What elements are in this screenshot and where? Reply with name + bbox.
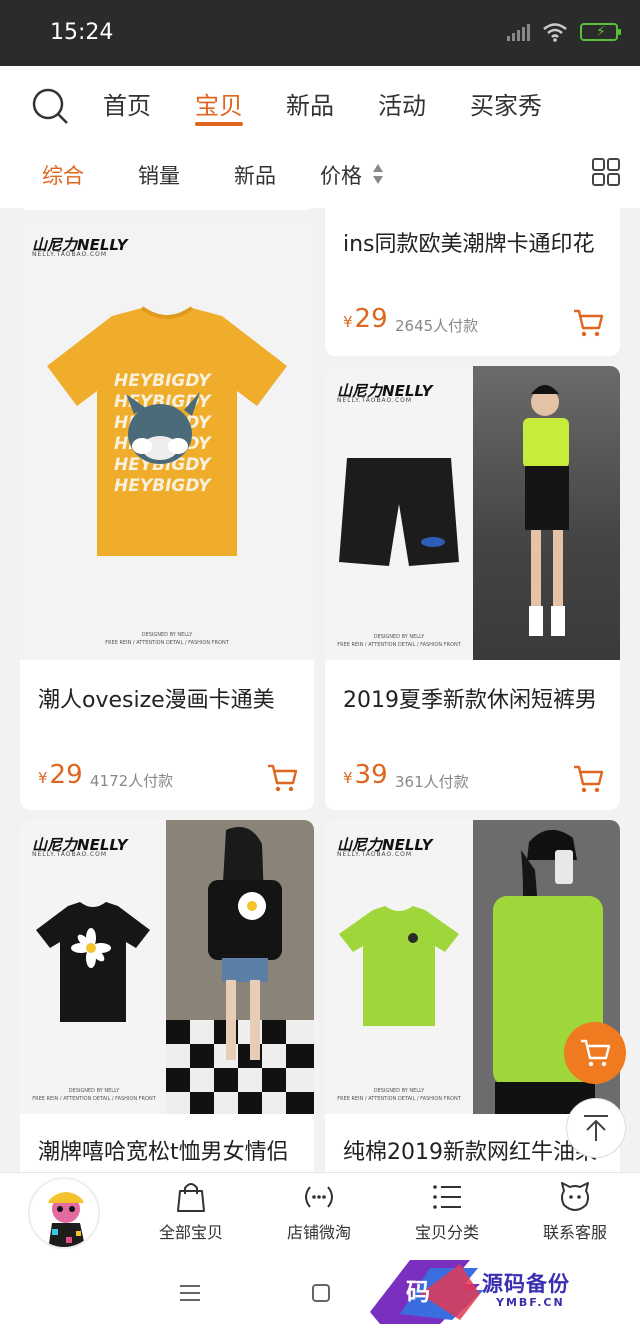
svg-text:HEYBIGDY: HEYBIGDY bbox=[114, 371, 212, 391]
product-image: 山尼力NELLY NELLY.TAOBAO.COM DESIGNED BY NE… bbox=[325, 366, 620, 660]
product-image: 山尼力NELLY NELLY.TAOBAO.COM HEYBIGDY HEYBI… bbox=[20, 220, 314, 660]
product-price: ¥39 bbox=[343, 760, 388, 790]
product-sold-count: 4172人付款 bbox=[90, 772, 174, 790]
signal-icon bbox=[507, 23, 530, 41]
caption-tagline: FREE REIN / ATTENTION DETAIL / FASHION F… bbox=[337, 1096, 461, 1102]
product-title: 潮人ovesize漫画卡通美 bbox=[38, 688, 275, 713]
product-card[interactable]: ins同款欧美潮牌卡通印花 ¥29 2645人付款 bbox=[325, 196, 620, 356]
svg-text:HEYBIGDY: HEYBIGDY bbox=[114, 476, 212, 496]
model-figure bbox=[166, 827, 314, 1114]
product-price: ¥29 bbox=[343, 304, 388, 334]
filter-price[interactable]: 价格 bbox=[320, 160, 362, 190]
all-products-label: 全部宝贝 bbox=[158, 1223, 223, 1242]
status-bar: 15:24 ⚡ bbox=[0, 0, 640, 66]
product-card[interactable]: 山尼力NELLY NELLY.TAOBAO.COM HEYBIGDY HEYBI… bbox=[20, 220, 314, 810]
product-card[interactable]: 山尼力NELLY NELLY.TAOBAO.COM DESIGNED BY NE… bbox=[20, 820, 314, 1180]
model-figure bbox=[523, 385, 569, 636]
brand-domain: NELLY.TAOBAO.COM bbox=[32, 251, 108, 258]
active-tab-indicator bbox=[195, 122, 243, 126]
tab-events[interactable]: 活动 bbox=[378, 86, 426, 121]
home-icon[interactable] bbox=[312, 1284, 330, 1302]
shop-feed-button[interactable]: 店铺微淘 bbox=[264, 1181, 374, 1243]
caption-designed: DESIGNED BY NELLY bbox=[373, 1088, 425, 1094]
product-title: 2019夏季新款休闲短裤男 bbox=[343, 688, 597, 713]
product-title: 潮牌嘻哈宽松t恤男女情侣 bbox=[38, 1140, 289, 1165]
filter-sales[interactable]: 销量 bbox=[138, 160, 180, 190]
add-to-cart-icon[interactable] bbox=[572, 308, 604, 338]
caption-tagline: FREE REIN / ATTENTION DETAIL / FASHION F… bbox=[32, 1096, 156, 1102]
brand-domain: NELLY.TAOBAO.COM bbox=[32, 851, 108, 858]
tab-home[interactable]: 首页 bbox=[103, 86, 151, 121]
watermark-subtext: YMBF.CN bbox=[496, 1296, 565, 1309]
list-icon bbox=[433, 1185, 461, 1209]
shop-bottom-bar: 全部宝贝 店铺微淘 宝贝分类 联系客服 bbox=[0, 1172, 640, 1256]
status-time: 15:24 bbox=[50, 20, 114, 45]
black-tshirt-illustration bbox=[36, 902, 150, 1022]
menu-icon[interactable] bbox=[180, 1284, 200, 1302]
model-photo bbox=[166, 820, 314, 1114]
filter-overall[interactable]: 综合 bbox=[42, 160, 84, 190]
product-card[interactable]: 山尼力NELLY NELLY.TAOBAO.COM DESIGNED BY NE… bbox=[325, 366, 620, 810]
status-icons: ⚡ bbox=[507, 22, 621, 42]
brand-domain: NELLY.TAOBAO.COM bbox=[337, 851, 413, 858]
tab-buyer-show[interactable]: 买家秀 bbox=[470, 86, 542, 121]
search-icon[interactable] bbox=[30, 86, 70, 126]
arrow-up-icon bbox=[584, 1115, 608, 1141]
add-to-cart-icon[interactable] bbox=[266, 763, 298, 793]
caption-tagline: FREE REIN / ATTENTION DETAIL / FASHION F… bbox=[337, 642, 461, 648]
watermark-text: 源码备份 bbox=[482, 1272, 570, 1296]
categories-label: 宝贝分类 bbox=[414, 1223, 479, 1242]
grid-view-icon[interactable] bbox=[592, 158, 620, 186]
caption-designed: DESIGNED BY NELLY bbox=[141, 632, 193, 638]
black-shorts-illustration bbox=[339, 458, 459, 566]
caption-tagline: FREE REIN / ATTENTION DETAIL / FASHION F… bbox=[105, 640, 229, 646]
green-tshirt-illustration bbox=[339, 906, 459, 1026]
brand-domain: NELLY.TAOBAO.COM bbox=[337, 397, 413, 404]
product-image: 山尼力NELLY NELLY.TAOBAO.COM DESIGNED BY NE… bbox=[20, 820, 314, 1114]
shop-avatar[interactable] bbox=[28, 1177, 100, 1249]
product-price: ¥29 bbox=[38, 760, 83, 790]
product-title: 纯棉2019新款网红牛油果 bbox=[343, 1140, 597, 1165]
shop-mascot-icon bbox=[30, 1179, 98, 1247]
battery-icon: ⚡ bbox=[580, 23, 621, 41]
caption-designed: DESIGNED BY NELLY bbox=[68, 1088, 120, 1094]
bag-icon bbox=[177, 1183, 205, 1212]
svg-text:码: 码 bbox=[406, 1277, 430, 1306]
broadcast-icon bbox=[305, 1186, 333, 1208]
sort-arrows-icon[interactable] bbox=[372, 162, 384, 186]
floating-cart-button[interactable] bbox=[564, 1022, 626, 1084]
cart-icon bbox=[581, 1039, 611, 1067]
customer-service-button[interactable]: 联系客服 bbox=[520, 1181, 630, 1243]
filter-new[interactable]: 新品 bbox=[234, 160, 276, 190]
wifi-icon bbox=[543, 23, 567, 42]
all-products-button[interactable]: 全部宝贝 bbox=[136, 1181, 246, 1243]
caption-designed: DESIGNED BY NELLY bbox=[373, 634, 425, 640]
card-partial bbox=[20, 196, 314, 210]
customer-service-label: 联系客服 bbox=[542, 1223, 607, 1242]
model-photo bbox=[473, 366, 620, 660]
product-sold-count: 361人付款 bbox=[395, 773, 469, 791]
service-icon bbox=[561, 1182, 589, 1211]
tab-new[interactable]: 新品 bbox=[286, 86, 334, 121]
shop-feed-label: 店铺微淘 bbox=[286, 1223, 351, 1242]
categories-button[interactable]: 宝贝分类 bbox=[392, 1181, 502, 1243]
tab-products[interactable]: 宝贝 bbox=[195, 86, 243, 121]
yellow-tshirt-illustration: HEYBIGDY HEYBIGDY HEYBIGDY HEYBIGDY HEYB… bbox=[47, 306, 287, 556]
top-nav: 首页 宝贝 新品 活动 买家秀 bbox=[0, 66, 640, 140]
product-sold-count: 2645人付款 bbox=[395, 317, 479, 335]
product-title: ins同款欧美潮牌卡通印花 bbox=[343, 232, 595, 257]
back-to-top-button[interactable] bbox=[566, 1098, 626, 1158]
add-to-cart-icon[interactable] bbox=[572, 764, 604, 794]
